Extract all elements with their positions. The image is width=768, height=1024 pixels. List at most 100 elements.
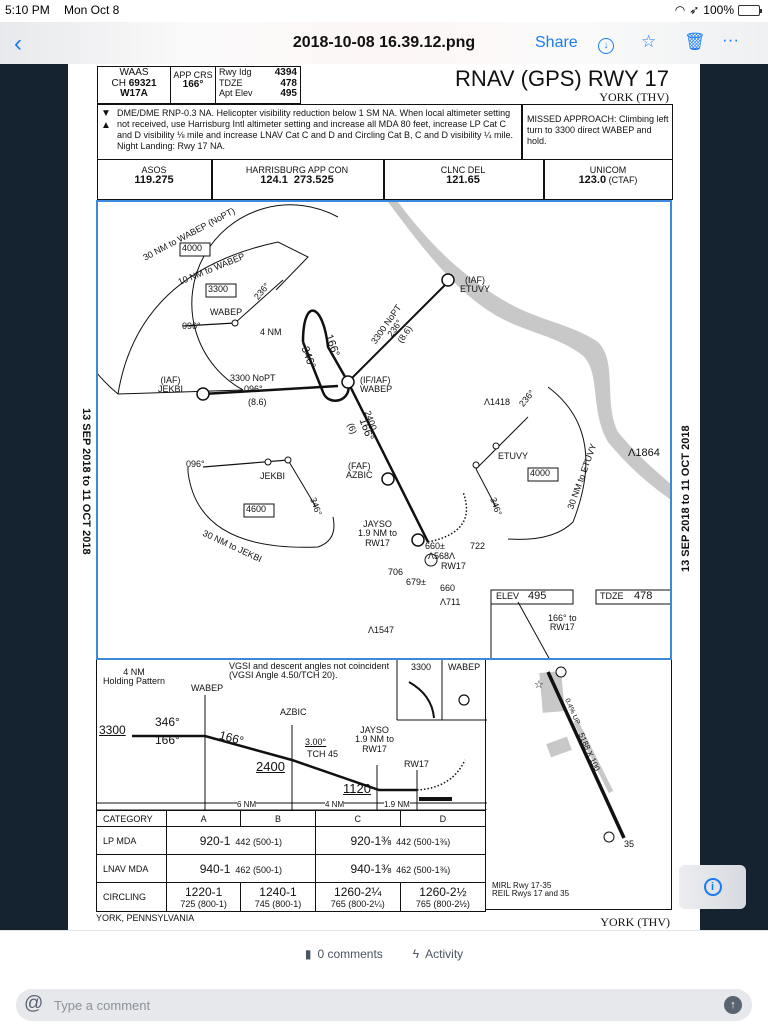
plan-view: 30 NM to WABEP (NoPT) 4000 10 NM to WABE… [96,200,672,660]
comm-app-con: HARRISBURG APP CON 124.1 273.525 [211,165,383,187]
lnav-ab: 940-1 462 (500-1) [166,854,316,883]
battery-percent: 100% [703,3,734,17]
airport-name: YORK (THV) [599,90,669,104]
comm-value: 124.1 273.525 [260,174,334,187]
activity-tab[interactable]: ϟ Activity [413,947,463,961]
apt-elev-value: 495 [280,88,297,99]
ma-icon-alt: 3300 [411,662,432,672]
elev-label: ELEV [496,591,520,601]
fix-azbic [381,472,395,486]
fix-jekbi [196,387,210,401]
ma-icon-fix: WABEP [448,662,481,672]
profile-tch: TCH 45 [307,749,339,759]
row-circling: CIRCLING 1220-1 725 (800-1) 1240-1 745 (80… [96,882,487,912]
fix-etuvy [441,273,455,287]
activity-tab-label: Activity [425,947,464,961]
arrow-up-icon: ↑ [730,999,736,1011]
plan-view-graphics [98,202,670,658]
star-icon: ☆ [641,32,657,51]
comments-tab-label: 0 comments [317,947,383,961]
runway-end-35: 35 [624,839,635,849]
missed-approach-path [427,491,468,543]
minimums-table: CATEGORY A B C D LP MDA 920-1 442 (500-1… [96,810,487,912]
comments-tab[interactable]: ▮ 0 comments [305,947,383,961]
more-button[interactable]: ··· [722,30,739,50]
obstacle-1418: Λ1418 [484,397,511,407]
comm-asos: ASOS 119.275 [97,165,211,187]
waas-id: W17A [120,88,148,99]
share-button[interactable]: Share [535,34,578,52]
profile-alt-3300: 3300 [99,723,126,737]
comm-value: 123.0 [578,174,607,187]
rwy-ldg-value: 4394 [274,67,297,78]
notes-symbols: ▼ ▲ [101,108,111,132]
send-button[interactable]: ↑ [724,996,742,1014]
validity-left: 13 SEP 2018 to 11 OCT 2018 [80,408,92,555]
row-label: LNAV MDA [96,854,167,883]
jayso-label: JAYSO 1.9 NM to RW17 [358,519,398,548]
col-header-d: D [399,810,487,827]
row-lp-mda: LP MDA 920-1 442 (500-1) 920-1⅜ 442 (500… [96,826,487,855]
dist-6nm: 6 NM [237,800,257,810]
jekbi-leg-crs: 096° [244,384,263,394]
comment-input[interactable] [54,995,704,1015]
circling-c: 1260-2¼ 765 (800-2¼) [314,882,401,912]
col-header-category: CATEGORY [96,810,167,827]
info-button[interactable]: i [679,865,746,909]
obstacle-706: 706 [388,567,404,577]
download-button[interactable]: ↓ [598,33,614,54]
app-crs-value: 166° [182,79,204,91]
missed-approach-text: MISSED APPROACH: Climbing left turn to 3… [527,114,669,146]
taa-e-boundary [507,386,587,540]
row-lnav-mda: LNAV MDA 940-1 462 (500-1) 940-1⅜ 462 (5… [96,854,487,883]
footer-location: YORK, PENNSYLVANIA [96,913,195,923]
status-bar: 5:10 PM Mon Oct 8 ◠ ➶ 100% [0,0,768,22]
taa-nw-alt-inner: 3300 [208,284,229,294]
etuvy-iaf-label: (IAF) ETUVY [460,275,491,295]
jekbi-leg-dist: (8.6) [248,397,267,407]
comm-value: 119.275 [134,174,174,187]
apt-elev-label: Apt Elev [219,88,253,98]
dist-1-9nm: 1.9 NM [384,800,410,810]
battery-icon [738,4,762,16]
more-icon: ··· [722,30,739,49]
fix-jayso [411,533,425,547]
star-button[interactable]: ☆ [641,32,656,52]
profile-wabep: WABEP [191,683,224,693]
profile-gs-angle: 3.00° [305,737,327,747]
footer-airport: YORK (THV) [600,915,670,929]
validity-right: 13 SEP 2018 to 11 OCT 2018 [680,425,692,572]
circling-b: 1240-1 745 (800-1) [240,882,316,912]
trash-icon: 🗑 [684,32,706,51]
holding-note: 4 NM Holding Pattern [103,667,166,687]
t-symbol-icon: ▼ [101,108,111,119]
fix-wabep [341,375,355,389]
wifi-icon: ◠ [674,3,686,17]
row-label: LP MDA [96,826,167,855]
taa-sw-alt: 4600 [246,504,267,514]
col-header-a: A [165,810,242,827]
circling-d: 1260-2½ 765 (800-2½) [399,882,487,912]
comm-unicom: UNICOM 123.0 (CTAF) [543,165,673,187]
lighting-notes: MIRL Rwy 17-35 REIL Rwys 17 and 35 [492,881,570,899]
info-icon: i [703,878,722,896]
taa-sw-096: 096° [186,459,205,469]
profile-view: 4 NM Holding Pattern WABEP VGSI and desc… [96,660,487,810]
taa-e-fix: ETUVY [498,451,529,461]
ch-value: 69321 [128,77,157,89]
fix-wabep-taa [231,319,239,327]
taa-nw-alt-outer: 4000 [182,243,203,253]
comm-suffix: (CTAF) [608,175,638,186]
jekbi-leg-alt: 3300 NoPT [230,373,276,383]
profile-alt-2400: 2400 [256,759,285,774]
crs-to-rw17: 166° to RW17 [548,613,577,633]
trash-button[interactable]: 🗑 [684,32,706,52]
lp-cd: 920-1⅜ 442 (500-1⅜) [314,826,487,855]
profile-azbic: AZBIC [280,707,307,717]
rwy-ldg-label: Rwy Idg [219,67,252,77]
hold-4nm: 4 NM [260,327,282,337]
mention-icon[interactable]: @ [24,993,43,1015]
taa-sw-fix: JEKBI [260,471,286,481]
lnav-cd: 940-1⅜ 462 (500-1⅜) [314,854,487,883]
obstacle-711: Λ711 [440,597,461,607]
